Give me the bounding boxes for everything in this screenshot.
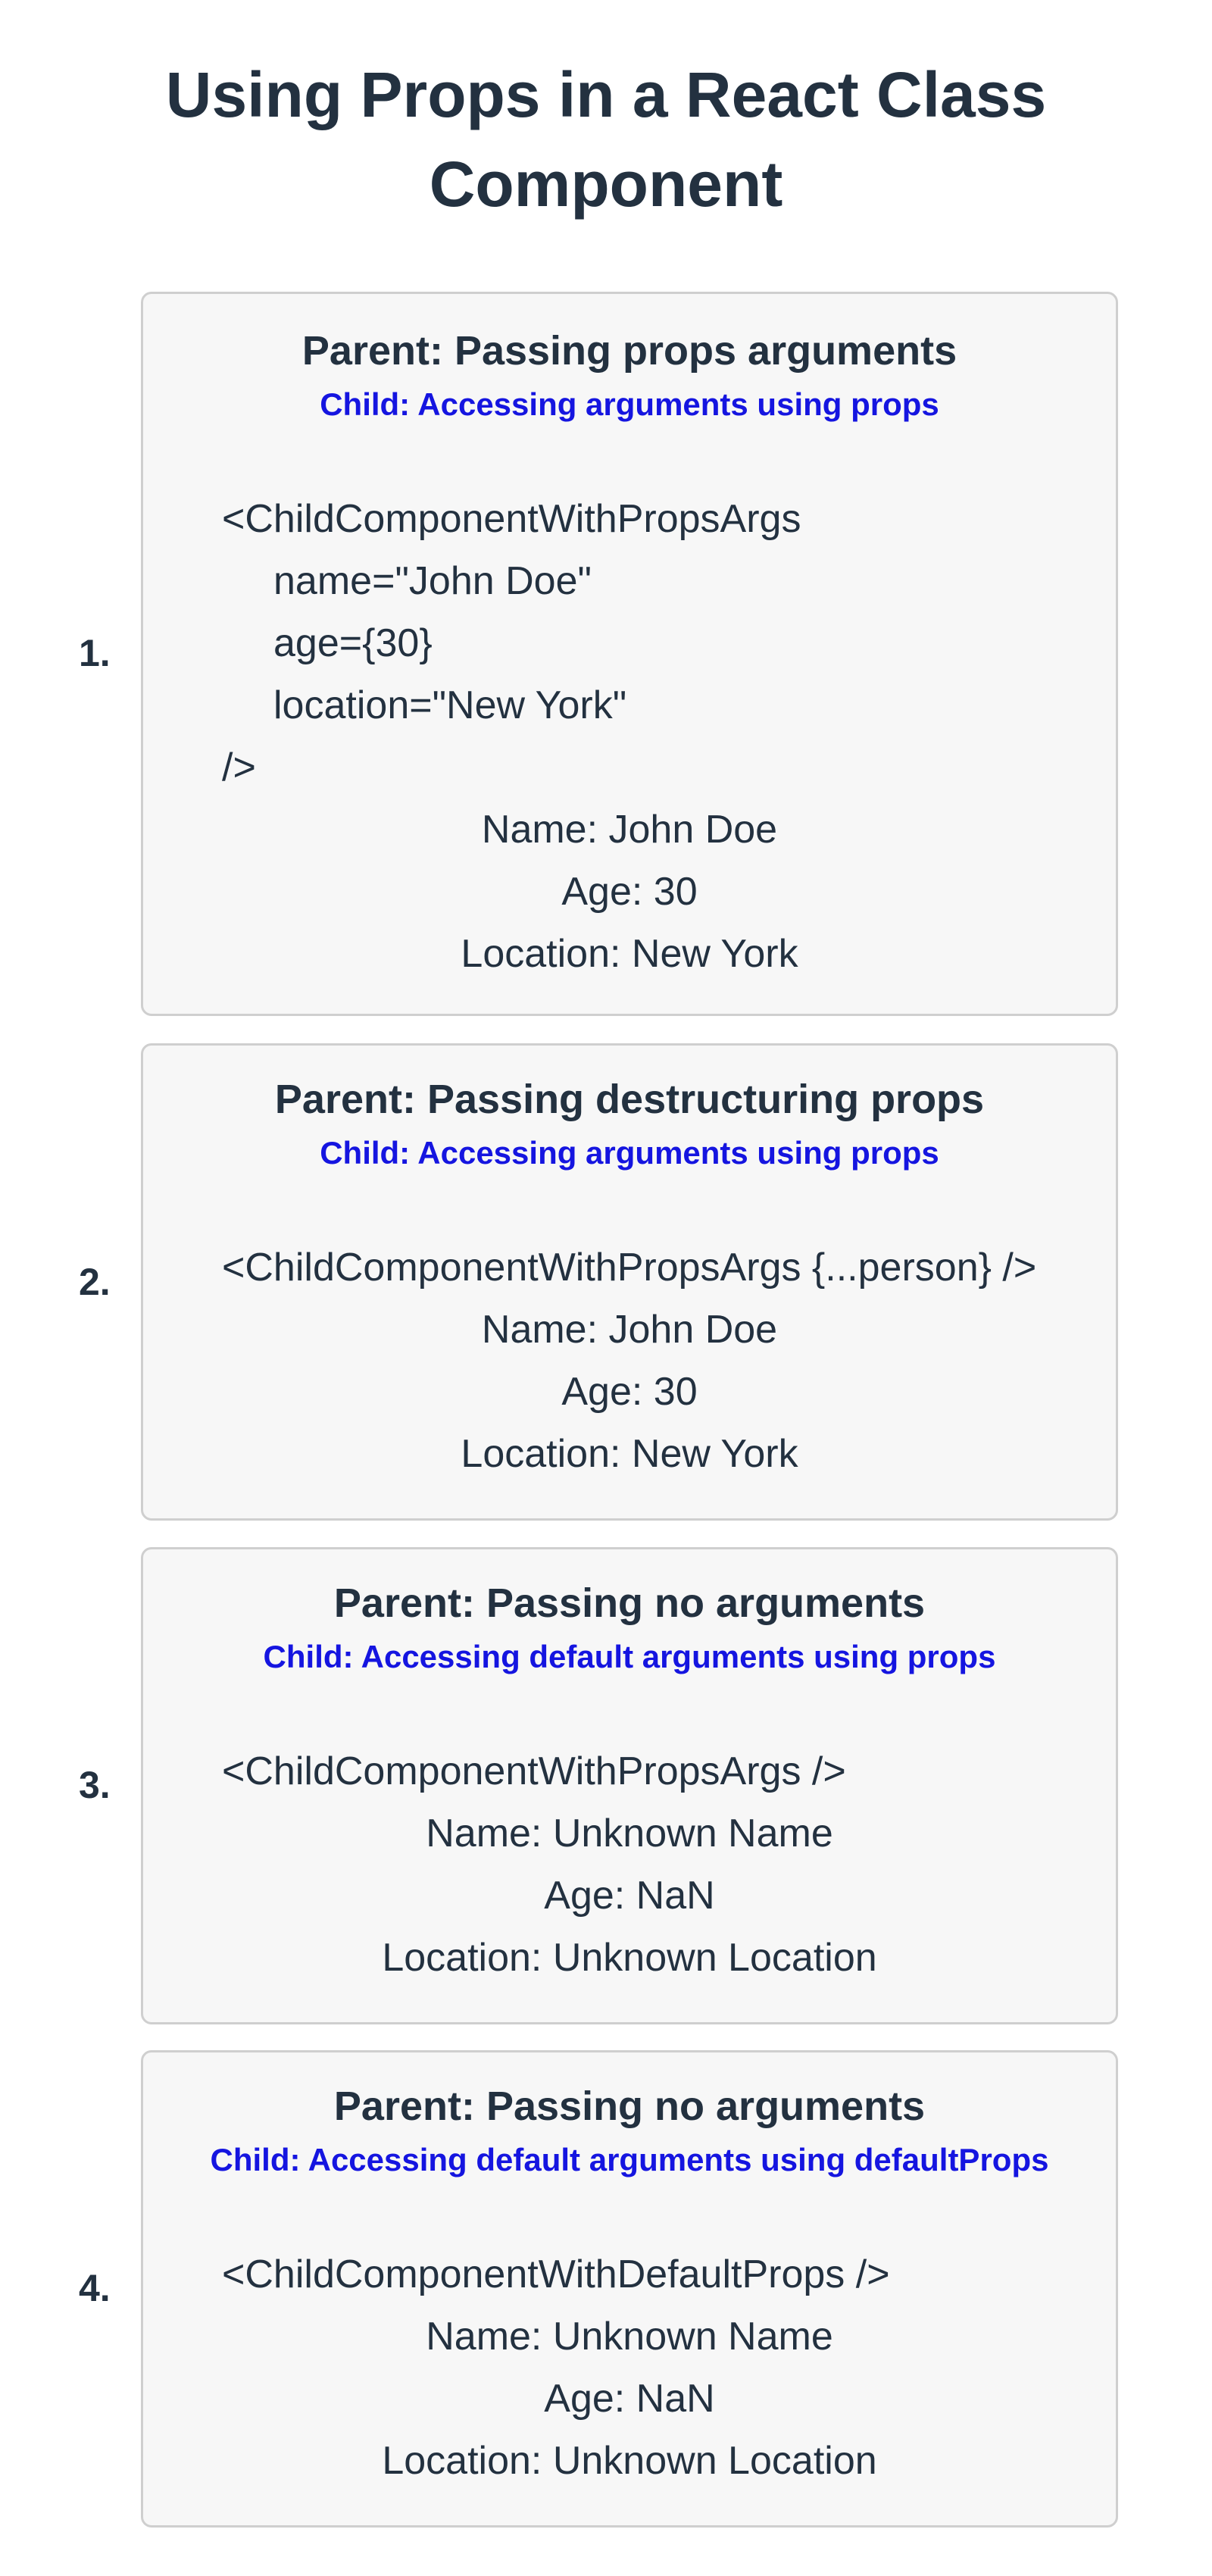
example-card: Parent: Passing no arguments Child: Acce…	[141, 1547, 1118, 2024]
output-name: Name: John Doe	[481, 1308, 778, 1352]
child-subtitle: Child: Accessing arguments using props	[320, 1135, 939, 1171]
child-subtitle: Child: Accessing default arguments using…	[210, 2142, 1049, 2177]
code-line: age={30}	[273, 621, 433, 665]
page-title-line-2: Component	[429, 148, 783, 220]
output-age: Age: NaN	[544, 2377, 715, 2421]
page-title: Using Props in a React Class Component	[0, 50, 1212, 229]
example-number: 4.	[79, 2267, 111, 2309]
parent-title: Parent: Passing destructuring props	[274, 1077, 985, 1122]
output-name: Name: John Doe	[481, 808, 778, 852]
example-number: 2.	[79, 1261, 111, 1303]
code-line: <ChildComponentWithPropsArgs />	[222, 1749, 846, 1793]
code-line: <ChildComponentWithPropsArgs	[222, 497, 801, 541]
output-location: Location: New York	[461, 1432, 798, 1476]
code-line: <ChildComponentWithDefaultProps />	[222, 2252, 890, 2296]
parent-title: Parent: Passing no arguments	[333, 2084, 926, 2129]
output-location: Location: Unknown Location	[382, 2439, 877, 2483]
code-line: name="John Doe"	[273, 559, 592, 603]
output-name: Name: Unknown Name	[426, 1812, 833, 1855]
output-age: Age: NaN	[544, 1874, 715, 1918]
output-location: Location: New York	[461, 932, 798, 976]
example-card: Parent: Passing props arguments Child: A…	[141, 292, 1118, 1016]
example-card: Parent: Passing destructuring props Chil…	[141, 1043, 1118, 1521]
output-name: Name: Unknown Name	[426, 2315, 833, 2359]
output-age: Age: 30	[561, 1370, 698, 1414]
page-title-line-1: Using Props in a React Class	[165, 59, 1047, 130]
example-number: 3.	[79, 1764, 111, 1806]
example-number: 1.	[79, 632, 111, 674]
code-line: />	[222, 746, 256, 789]
parent-title: Parent: Passing no arguments	[333, 1580, 926, 1626]
output-age: Age: 30	[561, 870, 698, 914]
child-subtitle: Child: Accessing default arguments using…	[263, 1639, 996, 1674]
output-location: Location: Unknown Location	[382, 1936, 877, 1980]
child-subtitle: Child: Accessing arguments using props	[320, 386, 939, 422]
code-line: location="New York"	[273, 683, 627, 727]
code-line: <ChildComponentWithPropsArgs {...person}…	[222, 1246, 1037, 1290]
example-card: Parent: Passing no arguments Child: Acce…	[141, 2050, 1118, 2528]
parent-title: Parent: Passing props arguments	[301, 328, 957, 374]
